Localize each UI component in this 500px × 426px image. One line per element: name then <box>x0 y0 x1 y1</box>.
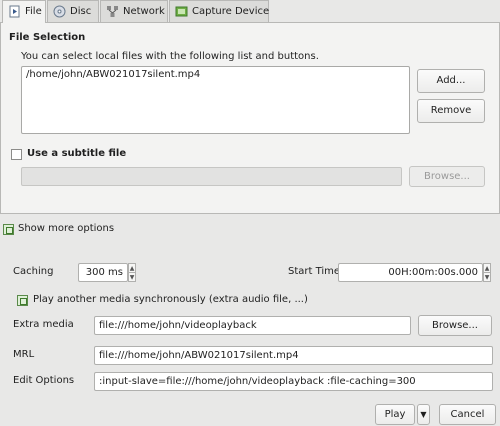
show-more-options-label: Show more options <box>18 223 115 234</box>
file-selection-title: File Selection <box>9 32 86 43</box>
cancel-button[interactable]: Cancel <box>439 404 496 425</box>
caching-label: Caching <box>13 266 54 277</box>
play-button[interactable]: Play <box>375 404 415 425</box>
mrl-label: MRL <box>13 349 35 360</box>
subtitle-file-field[interactable] <box>21 167 402 186</box>
show-more-options-checkbox[interactable] <box>3 224 14 235</box>
play-dropdown-button[interactable]: ▼ <box>417 404 430 425</box>
tab-disc[interactable]: Disc <box>47 0 99 22</box>
start-time-down-button[interactable]: ▼ <box>483 272 491 282</box>
file-list[interactable]: /home/john/ABW021017silent.mp4 <box>21 66 410 134</box>
extra-media-browse-button[interactable]: Browse... <box>418 315 492 336</box>
tab-network[interactable]: Network <box>100 0 168 22</box>
mrl-field[interactable]: file:///home/john/ABW021017silent.mp4 <box>94 346 493 365</box>
edit-options-label: Edit Options <box>13 375 75 386</box>
play-another-label: Play another media synchronously (extra … <box>33 294 308 305</box>
use-subtitle-checkbox[interactable] <box>11 149 22 160</box>
file-selection-description: You can select local files with the foll… <box>21 51 319 62</box>
tab-capture-device[interactable]: Capture Device <box>169 0 269 22</box>
capture-device-icon <box>175 6 188 17</box>
remove-button[interactable]: Remove <box>417 99 485 123</box>
start-time-field[interactable]: 00H:00m:00s.000 <box>338 263 483 282</box>
tab-bar: File Disc Network Capture Device <box>0 0 500 23</box>
play-another-checkbox[interactable] <box>17 295 28 306</box>
disc-icon <box>53 5 66 18</box>
caching-spinbox[interactable]: 300 ms <box>78 263 128 282</box>
edit-options-field[interactable]: :input-slave=file:///home/john/videoplay… <box>94 372 493 391</box>
subtitle-browse-button[interactable]: Browse... <box>409 166 485 187</box>
extra-media-field[interactable]: file:///home/john/videoplayback <box>94 316 411 335</box>
add-button[interactable]: Add... <box>417 69 485 93</box>
file-icon <box>9 5 20 18</box>
chevron-down-icon: ▼ <box>420 410 427 419</box>
tab-file[interactable]: File <box>2 0 46 23</box>
network-icon <box>107 6 118 17</box>
caching-down-button[interactable]: ▼ <box>128 272 136 282</box>
tab-disc-label: Disc <box>70 6 92 17</box>
extra-media-label: Extra media <box>13 319 74 330</box>
tab-network-label: Network <box>123 6 165 17</box>
tab-file-label: File <box>25 6 42 17</box>
list-item[interactable]: /home/john/ABW021017silent.mp4 <box>22 67 409 82</box>
use-subtitle-label: Use a subtitle file <box>27 148 127 159</box>
start-time-label: Start Time <box>288 266 341 277</box>
tab-capture-device-label: Capture Device <box>192 6 270 17</box>
